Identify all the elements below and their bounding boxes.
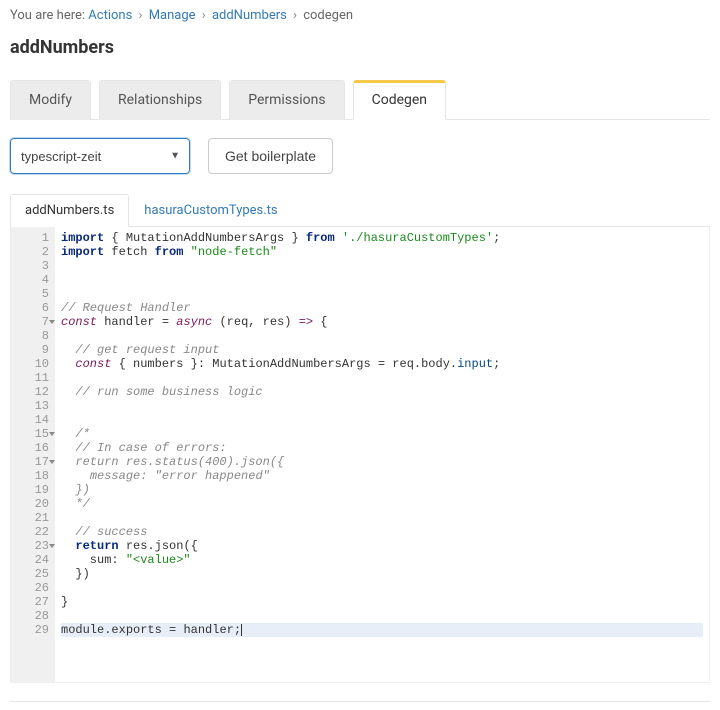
code-line[interactable]: return res.status(400).json({ bbox=[61, 455, 703, 469]
code-line[interactable]: /* bbox=[61, 427, 703, 441]
line-number: 6 bbox=[15, 301, 49, 315]
code-line[interactable]: sum: "<value>" bbox=[61, 553, 703, 567]
breadcrumb-link[interactable]: Manage bbox=[149, 8, 196, 23]
code-line[interactable]: // success bbox=[61, 525, 703, 539]
line-number: 22 bbox=[15, 525, 49, 539]
line-number: 14 bbox=[15, 413, 49, 427]
main-tabs: ModifyRelationshipsPermissionsCodegen bbox=[10, 80, 710, 120]
code-line[interactable] bbox=[61, 273, 703, 287]
line-number: 18 bbox=[15, 469, 49, 483]
code-line[interactable]: }) bbox=[61, 567, 703, 581]
breadcrumb-link[interactable]: addNumbers bbox=[212, 8, 287, 23]
code-line[interactable] bbox=[61, 371, 703, 385]
line-number: 21 bbox=[15, 511, 49, 525]
code-line[interactable]: } bbox=[61, 595, 703, 609]
line-number: 7 bbox=[15, 315, 49, 329]
tab-codegen[interactable]: Codegen bbox=[353, 80, 446, 120]
line-number: 19 bbox=[15, 483, 49, 497]
controls-row: typescript-zeit ▼ Get boilerplate bbox=[10, 138, 710, 174]
line-number: 11 bbox=[15, 371, 49, 385]
code-line[interactable]: */ bbox=[61, 497, 703, 511]
line-number: 15 bbox=[15, 427, 49, 441]
line-number: 1 bbox=[15, 231, 49, 245]
code-line[interactable]: return res.json({ bbox=[61, 539, 703, 553]
line-number: 25 bbox=[15, 567, 49, 581]
code-line[interactable]: // In case of errors: bbox=[61, 441, 703, 455]
code-line[interactable] bbox=[61, 511, 703, 525]
line-number: 3 bbox=[15, 259, 49, 273]
framework-select[interactable]: typescript-zeit bbox=[10, 138, 190, 174]
code-line[interactable] bbox=[61, 329, 703, 343]
page-title: addNumbers bbox=[10, 37, 710, 58]
code-line[interactable]: const { numbers }: MutationAddNumbersArg… bbox=[61, 357, 703, 371]
code-line[interactable] bbox=[61, 287, 703, 301]
tab-modify[interactable]: Modify bbox=[10, 80, 91, 120]
framework-select-wrap: typescript-zeit ▼ bbox=[10, 138, 190, 174]
code-line[interactable]: const handler = async (req, res) => { bbox=[61, 315, 703, 329]
line-number: 29 bbox=[15, 623, 49, 637]
line-number: 9 bbox=[15, 343, 49, 357]
chevron-right-icon: › bbox=[293, 8, 297, 23]
file-tab[interactable]: hasuraCustomTypes.ts bbox=[129, 194, 292, 227]
file-tab[interactable]: addNumbers.ts bbox=[10, 194, 129, 227]
code-line[interactable] bbox=[61, 581, 703, 595]
tab-permissions[interactable]: Permissions bbox=[229, 80, 344, 120]
code-line[interactable]: message: "error happened" bbox=[61, 469, 703, 483]
chevron-right-icon: › bbox=[202, 8, 206, 23]
line-number: 5 bbox=[15, 287, 49, 301]
line-number: 26 bbox=[15, 581, 49, 595]
line-number: 27 bbox=[15, 595, 49, 609]
breadcrumb: You are here: Actions › Manage › addNumb… bbox=[10, 8, 710, 23]
tab-relationships[interactable]: Relationships bbox=[99, 80, 221, 120]
code-editor[interactable]: 1234567891011121314151617181920212223242… bbox=[10, 227, 710, 683]
line-number: 8 bbox=[15, 329, 49, 343]
code-line[interactable]: module.exports = handler; bbox=[61, 623, 703, 637]
code-line[interactable]: import { MutationAddNumbersArgs } from '… bbox=[61, 231, 703, 245]
bottom-divider bbox=[10, 701, 710, 702]
line-number: 20 bbox=[15, 497, 49, 511]
line-number: 13 bbox=[15, 399, 49, 413]
line-number: 24 bbox=[15, 553, 49, 567]
code-line[interactable] bbox=[61, 259, 703, 273]
breadcrumb-current: codegen bbox=[303, 8, 353, 23]
line-number: 16 bbox=[15, 441, 49, 455]
code-line[interactable]: // run some business logic bbox=[61, 385, 703, 399]
editor-code[interactable]: import { MutationAddNumbersArgs } from '… bbox=[55, 227, 709, 682]
breadcrumb-link[interactable]: Actions bbox=[88, 8, 132, 23]
line-number: 17 bbox=[15, 455, 49, 469]
get-boilerplate-button[interactable]: Get boilerplate bbox=[208, 138, 333, 174]
file-tabs: addNumbers.tshasuraCustomTypes.ts bbox=[10, 194, 710, 227]
line-number: 28 bbox=[15, 609, 49, 623]
line-number: 10 bbox=[15, 357, 49, 371]
line-number: 12 bbox=[15, 385, 49, 399]
code-line[interactable] bbox=[61, 609, 703, 623]
breadcrumb-prefix: You are here: bbox=[10, 8, 85, 23]
code-line[interactable]: }) bbox=[61, 483, 703, 497]
code-line[interactable]: import fetch from "node-fetch" bbox=[61, 245, 703, 259]
cursor bbox=[241, 624, 242, 636]
chevron-right-icon: › bbox=[139, 8, 143, 23]
code-line[interactable] bbox=[61, 413, 703, 427]
line-number: 2 bbox=[15, 245, 49, 259]
code-line[interactable]: // Request Handler bbox=[61, 301, 703, 315]
line-number: 4 bbox=[15, 273, 49, 287]
line-number: 23 bbox=[15, 539, 49, 553]
code-line[interactable]: // get request input bbox=[61, 343, 703, 357]
editor-gutter: 1234567891011121314151617181920212223242… bbox=[11, 227, 55, 682]
code-line[interactable] bbox=[61, 399, 703, 413]
